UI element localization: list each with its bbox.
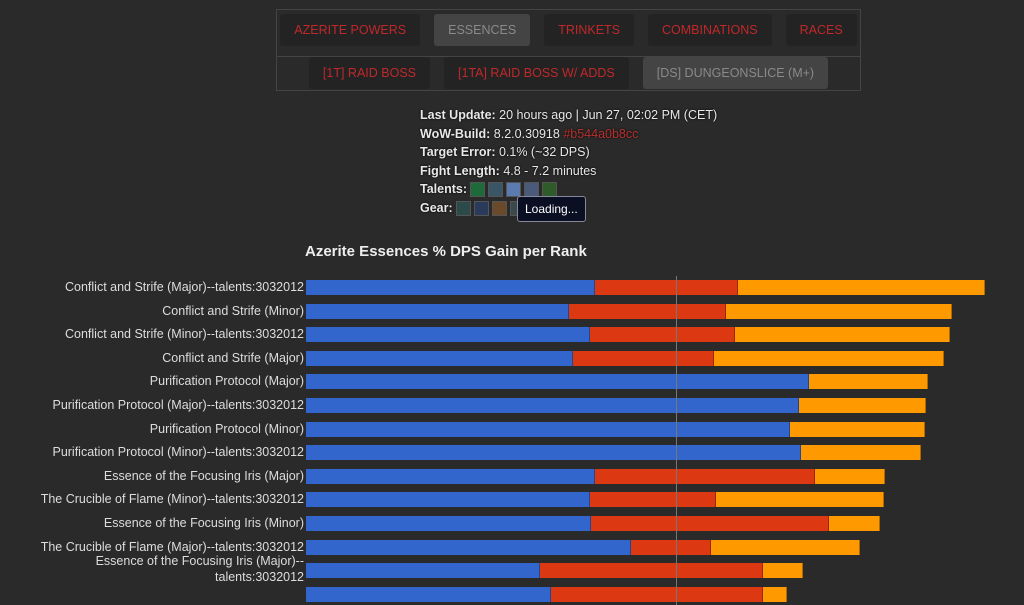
talent-icon[interactable] [470,182,486,198]
bar-segment-rank-3[interactable] [815,468,886,484]
bar-segment-rank-2[interactable] [630,539,711,555]
bar-segment-rank-1[interactable] [306,280,595,295]
bar-segment-rank-1[interactable] [306,374,810,390]
bar-segment-rank-2[interactable] [589,327,735,343]
bar-label: The Crucible of Flame (Major)--talents:3… [40,539,304,554]
bar-segment-rank-3[interactable] [762,586,787,602]
bar-segment-rank-3[interactable] [809,374,928,390]
bar-label: Conflict and Strife (Major)--talents:303… [64,280,304,294]
talent-icon[interactable] [488,182,504,198]
bar-segment-rank-1[interactable] [306,327,590,343]
last-update: Last Update: 20 hours ago | Jun 27, 02:0… [420,108,718,122]
bar-label: Conflict and Strife (Minor)--talents:303… [64,327,304,342]
fight-length: Fight Length: 4.8 - 7.2 minutes [420,163,597,178]
bar-segment-rank-3[interactable] [734,327,951,343]
bar-segment-rank-2[interactable] [539,563,763,579]
bar-segment-rank-1[interactable] [306,421,790,437]
bar-segment-rank-1[interactable] [306,350,574,366]
bar-segment-rank-2[interactable] [589,492,717,508]
bar-label: Purification Protocol (Major)--talents:3… [52,398,304,412]
bar-segment-rank-1[interactable] [306,492,590,508]
bar-segment-rank-3[interactable] [798,398,927,413]
essence-chart: Conflict and Strife (Major)--talents:303… [0,276,1024,605]
nav-button-azerite-powers[interactable]: Azerite Powers [280,14,421,46]
nav-button-trinkets[interactable]: Trinkets [544,14,635,46]
bar-segment-rank-1[interactable] [306,563,540,579]
nav-row-fight: [1T] Raid Boss [1TA] Raid Boss w/ Adds [DS… [277,56,860,89]
loading-tooltip: Loading... [517,196,586,222]
bar-segment-rank-1[interactable] [306,516,592,531]
bar-segment-rank-2[interactable] [594,468,816,484]
bar-segment-rank-3[interactable] [762,563,803,579]
nav-panel: Azerite Powers Essences Trinkets Combinatio… [276,9,861,91]
nav-row-type: Azerite Powers Essences Trinkets Combinatio… [277,14,860,46]
bar-label: Purification Protocol (Major) [149,374,304,389]
bar-label: Purification Protocol (Minor)--talents:3… [52,445,304,460]
bar-segment-rank-3[interactable] [829,516,880,531]
bar-segment-rank-3[interactable] [725,303,953,319]
bar-segment-rank-2[interactable] [569,303,726,319]
bar-segment-rank-1[interactable] [306,398,799,413]
talent-icon[interactable] [542,182,558,198]
bar-label: Purification Protocol (Minor) [149,421,304,436]
build-hash-link[interactable]: #b544a0b8cc [563,127,638,141]
bar-segment-rank-2[interactable] [550,586,763,602]
reference-line [675,276,677,605]
bar-segment-rank-3[interactable] [800,445,921,461]
bar-segment-rank-2[interactable] [573,350,715,366]
bar-label: Conflict and Strife (Major) [162,350,304,365]
wow-build: WoW-Build: 8.2.0.30918 #b544a0b8cc [420,126,639,141]
bar-segment-rank-1[interactable] [306,468,595,484]
gear-item-icon[interactable] [474,200,490,216]
nav-button-essences[interactable]: Essences [434,14,531,46]
nav-button-combinations[interactable]: Combinations [648,14,772,46]
bar-segment-rank-1[interactable] [306,445,801,461]
talent-icon[interactable] [506,182,522,198]
gear-item-icon[interactable] [456,200,472,216]
gear-item-icon[interactable] [492,200,508,216]
bar-label: Essence of the Focusing Iris (Major)--ta… [95,554,304,585]
bar-label: Essence of the Focusing Iris (Major) [103,468,304,483]
bar-segment-rank-2[interactable] [594,280,739,295]
talent-icon[interactable] [524,182,540,198]
bar-segment-rank-3[interactable] [789,421,926,437]
target-error: Target Error: 0.1% (~32 DPS) [420,145,590,159]
bar-segment-rank-1[interactable] [306,586,551,602]
bar-segment-rank-3[interactable] [738,280,986,295]
chart-title: Azerite Essences % DPS Gain per Rank [305,243,587,260]
bar-segment-rank-2[interactable] [591,516,830,531]
bar-segment-rank-1[interactable] [306,539,631,555]
bar-segment-rank-3[interactable] [714,350,944,366]
nav-button-1ta-raid-boss-w-adds[interactable]: [1TA] Raid Boss w/ Adds [444,57,629,89]
nav-button-1t-raid-boss[interactable]: [1T] Raid Boss [308,57,431,89]
bar-label: Essence of the Focusing Iris (Minor) [103,516,304,530]
bar-label: The Crucible of Flame (Minor)--talents:3… [40,492,304,507]
nav-button-ds-dungeonslice-m[interactable]: [DS] DungeonSlice (M+) [642,57,829,89]
nav-button-races[interactable]: Races [785,14,857,46]
bar-segment-rank-3[interactable] [710,539,860,555]
bar-segment-rank-1[interactable] [306,303,570,319]
bar-label: Conflict and Strife (Minor) [162,303,304,318]
bar-segment-rank-3[interactable] [716,492,885,508]
